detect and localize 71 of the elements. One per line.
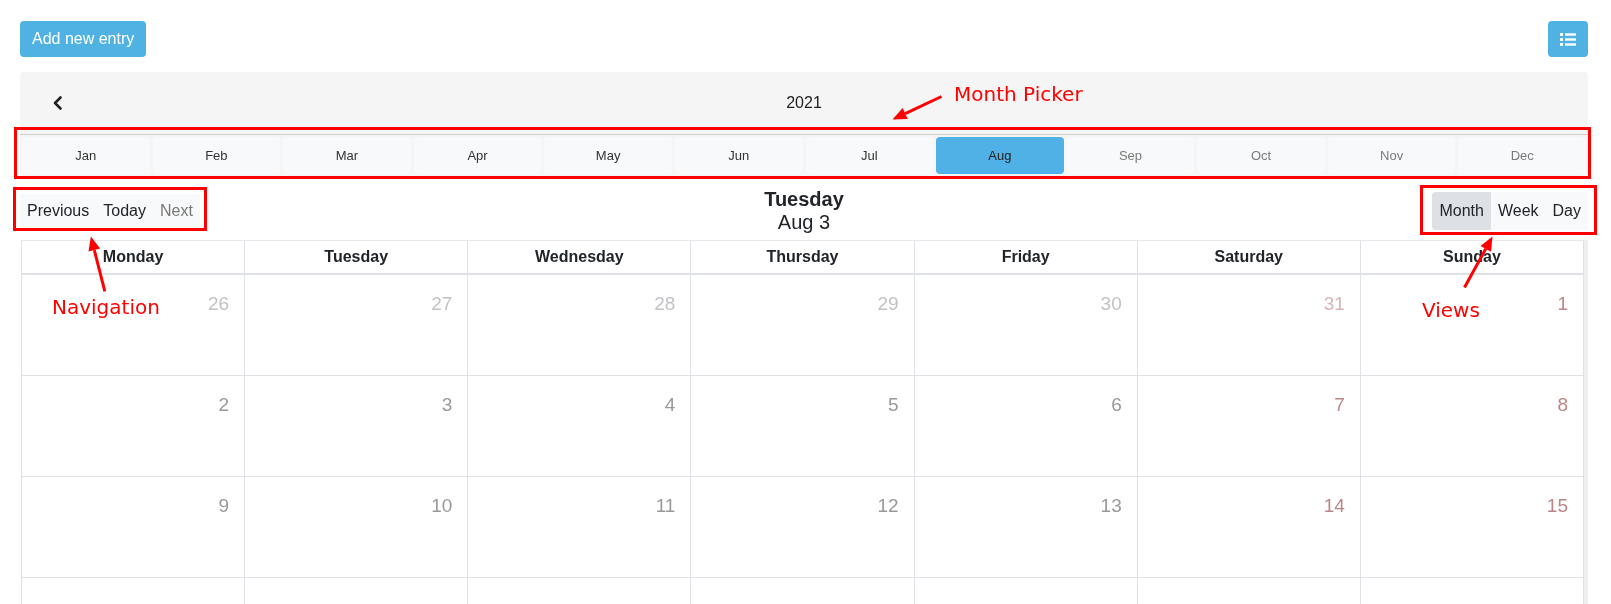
day-number: 28 <box>654 293 676 315</box>
view-button[interactable]: Day <box>1545 192 1588 230</box>
nav-button[interactable]: Previous <box>20 193 97 229</box>
day-number: 7 <box>1334 394 1345 416</box>
day-cell[interactable]: 4 <box>468 376 692 477</box>
nav-button[interactable]: Today <box>96 193 153 229</box>
day-cell[interactable]: 8 <box>1360 376 1584 477</box>
day-cell[interactable]: 6 <box>914 376 1138 477</box>
view-button[interactable]: Week <box>1490 192 1546 230</box>
day-number: 12 <box>877 495 899 517</box>
day-cell[interactable]: 31 <box>1137 275 1361 376</box>
weekday-header: Thursday <box>766 248 839 266</box>
day-cell[interactable]: 9 <box>22 477 246 578</box>
day-number: 29 <box>877 293 899 315</box>
picker-option[interactable]: Jan <box>22 137 150 174</box>
picker-option[interactable]: Apr <box>413 137 542 174</box>
day-cell[interactable]: 13 <box>914 477 1138 578</box>
add-entry-button[interactable]: Add new entry <box>20 21 147 57</box>
weekday-header: Wednesday <box>535 248 624 266</box>
view-button[interactable]: Month <box>1432 192 1491 230</box>
picker-option[interactable]: Jul <box>805 137 934 174</box>
callout-label: Month Picker <box>954 82 1083 106</box>
day-number: 27 <box>431 293 453 315</box>
day-number: 11 <box>655 495 676 517</box>
weekday-header: Saturday <box>1214 248 1283 266</box>
day-cell[interactable]: 15 <box>1360 477 1584 578</box>
weekday-header: Friday <box>1001 248 1050 266</box>
picker-option[interactable]: May <box>544 137 672 174</box>
scrollbar[interactable] <box>1584 240 1588 604</box>
year-label: 2021 <box>786 94 822 112</box>
day-cell[interactable]: 12 <box>691 477 915 578</box>
day-number: 30 <box>1100 293 1122 315</box>
picker-option[interactable]: Feb <box>152 137 281 174</box>
day-number: 9 <box>218 495 230 517</box>
day-cell[interactable]: 2 <box>22 376 246 477</box>
callout-label: Views <box>1422 298 1480 322</box>
day-cell[interactable]: 5 <box>691 376 915 477</box>
day-number: 31 <box>1323 293 1345 315</box>
day-number: 15 <box>1546 495 1568 517</box>
current-date: Aug 3 <box>776 211 832 234</box>
day-number: 4 <box>664 394 676 416</box>
callout-arrow <box>890 94 943 121</box>
day-cell[interactable]: 28 <box>468 275 692 376</box>
day-number: 3 <box>441 394 453 416</box>
current-weekday: Tuesday <box>764 188 844 211</box>
day-cell[interactable]: 3 <box>245 376 469 477</box>
day-number: 14 <box>1323 495 1345 517</box>
picker-option[interactable]: Jun <box>674 137 803 174</box>
day-cell[interactable]: 27 <box>245 275 469 376</box>
day-cell[interactable]: 11 <box>468 477 692 578</box>
day-number: 2 <box>218 394 230 416</box>
day-cell[interactable]: 29 <box>691 275 915 376</box>
day-cell[interactable]: 7 <box>1137 376 1361 477</box>
day-number: 13 <box>1100 495 1122 517</box>
day-number: 6 <box>1111 394 1122 416</box>
picker-option[interactable]: Aug <box>936 137 1064 174</box>
weekday-header: Monday <box>102 248 164 266</box>
day-number: 26 <box>208 293 230 315</box>
day-number: 5 <box>888 394 899 416</box>
weekday-header: Tuesday <box>324 248 389 266</box>
day-cell[interactable]: 14 <box>1137 477 1361 578</box>
picker-option[interactable]: Mar <box>283 137 411 174</box>
day-number: 1 <box>1557 293 1568 315</box>
day-number: 8 <box>1557 394 1568 416</box>
chevron-left-icon[interactable] <box>53 96 62 110</box>
callout-label: Navigation <box>52 295 160 319</box>
list-icon <box>1560 32 1576 46</box>
day-number: 10 <box>431 495 453 517</box>
list-view-button[interactable] <box>1548 21 1588 57</box>
day-cell[interactable]: 30 <box>914 275 1138 376</box>
day-cell[interactable]: 10 <box>245 477 469 578</box>
